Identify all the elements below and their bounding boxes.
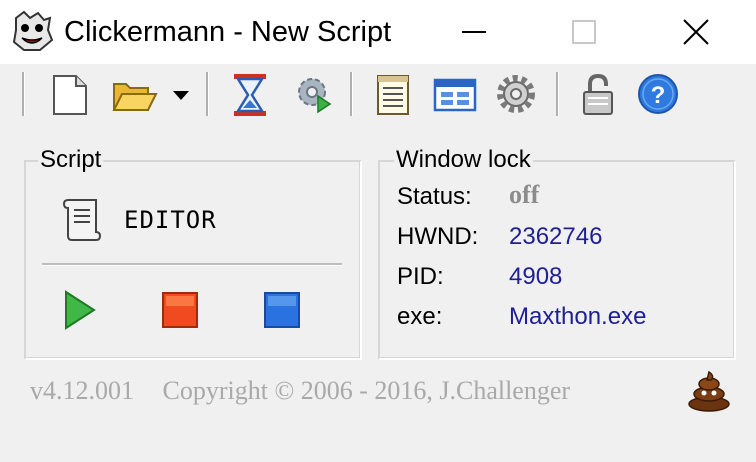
play-icon xyxy=(65,290,96,330)
notepad-icon xyxy=(377,75,409,115)
open-folder-icon xyxy=(112,83,158,111)
window-title: Clickermann - New Script xyxy=(64,16,392,48)
settings-gear-icon xyxy=(497,75,535,113)
new-file-icon xyxy=(53,75,87,115)
record-button[interactable] xyxy=(262,290,302,335)
minimize-icon xyxy=(462,31,486,33)
timer-button[interactable] xyxy=(226,70,274,120)
notepad-button[interactable] xyxy=(370,70,418,120)
script-divider xyxy=(42,263,342,266)
dropdown-arrow-icon xyxy=(173,91,189,100)
status-label: Status: xyxy=(397,183,472,210)
toolbar-separator xyxy=(350,72,353,116)
blue-square-icon xyxy=(264,292,300,328)
window-button[interactable] xyxy=(432,70,480,120)
toolbar-separator xyxy=(556,72,559,116)
stop-icon xyxy=(162,292,198,328)
hwnd-label: HWND: xyxy=(397,223,479,250)
toolbar-separator xyxy=(206,72,209,116)
exe-row: exe: xyxy=(397,302,442,332)
lock-button[interactable] xyxy=(576,70,624,120)
settings-button[interactable] xyxy=(494,70,542,120)
help-button[interactable]: ? xyxy=(636,70,684,120)
minimize-button[interactable] xyxy=(424,0,524,64)
padlock-icon xyxy=(583,73,613,115)
footer: v4.12.001 Copyright © 2006 - 2016, J.Cha… xyxy=(30,376,570,406)
pid-value: 4908 xyxy=(509,263,563,290)
stop-button[interactable] xyxy=(160,290,200,335)
window-lock-label: Window lock xyxy=(394,146,533,174)
copyright-text: Copyright © 2006 - 2016, J.Challenger xyxy=(162,376,571,405)
maximize-icon xyxy=(572,20,596,44)
help-icon: ? xyxy=(638,74,678,114)
hwnd-value: 2362746 xyxy=(509,223,603,250)
poop-icon[interactable] xyxy=(686,368,732,417)
open-recent-dropdown[interactable] xyxy=(168,70,194,120)
play-button[interactable] xyxy=(60,288,100,337)
hwnd-row: HWND: xyxy=(397,222,478,252)
version-text: v4.12.001 xyxy=(30,376,134,405)
editor-button[interactable]: EDITOR xyxy=(124,206,217,234)
script-group-label: Script xyxy=(38,146,104,174)
svg-text:?: ? xyxy=(651,82,666,109)
title-bar[interactable]: Clickermann - New Script xyxy=(0,0,756,64)
hourglass-icon xyxy=(234,74,266,116)
exe-value: Maxthon.exe xyxy=(509,303,647,330)
close-button[interactable] xyxy=(646,0,746,64)
pid-label: PID: xyxy=(397,263,444,290)
pid-row: PID: xyxy=(397,262,444,292)
exe-label: exe: xyxy=(397,303,443,330)
maximize-button[interactable] xyxy=(534,0,634,64)
open-script-button[interactable] xyxy=(110,70,158,120)
status-value: off xyxy=(509,180,540,209)
close-icon xyxy=(683,19,709,45)
status-row: Status: xyxy=(397,182,472,212)
new-script-button[interactable] xyxy=(46,70,94,120)
toolbar-separator xyxy=(22,72,25,116)
window-icon xyxy=(433,78,477,112)
gear-play-icon xyxy=(298,78,332,114)
scroll-icon xyxy=(58,194,104,247)
clickermann-face-icon[interactable] xyxy=(10,10,54,54)
run-gear-button[interactable] xyxy=(290,70,338,120)
